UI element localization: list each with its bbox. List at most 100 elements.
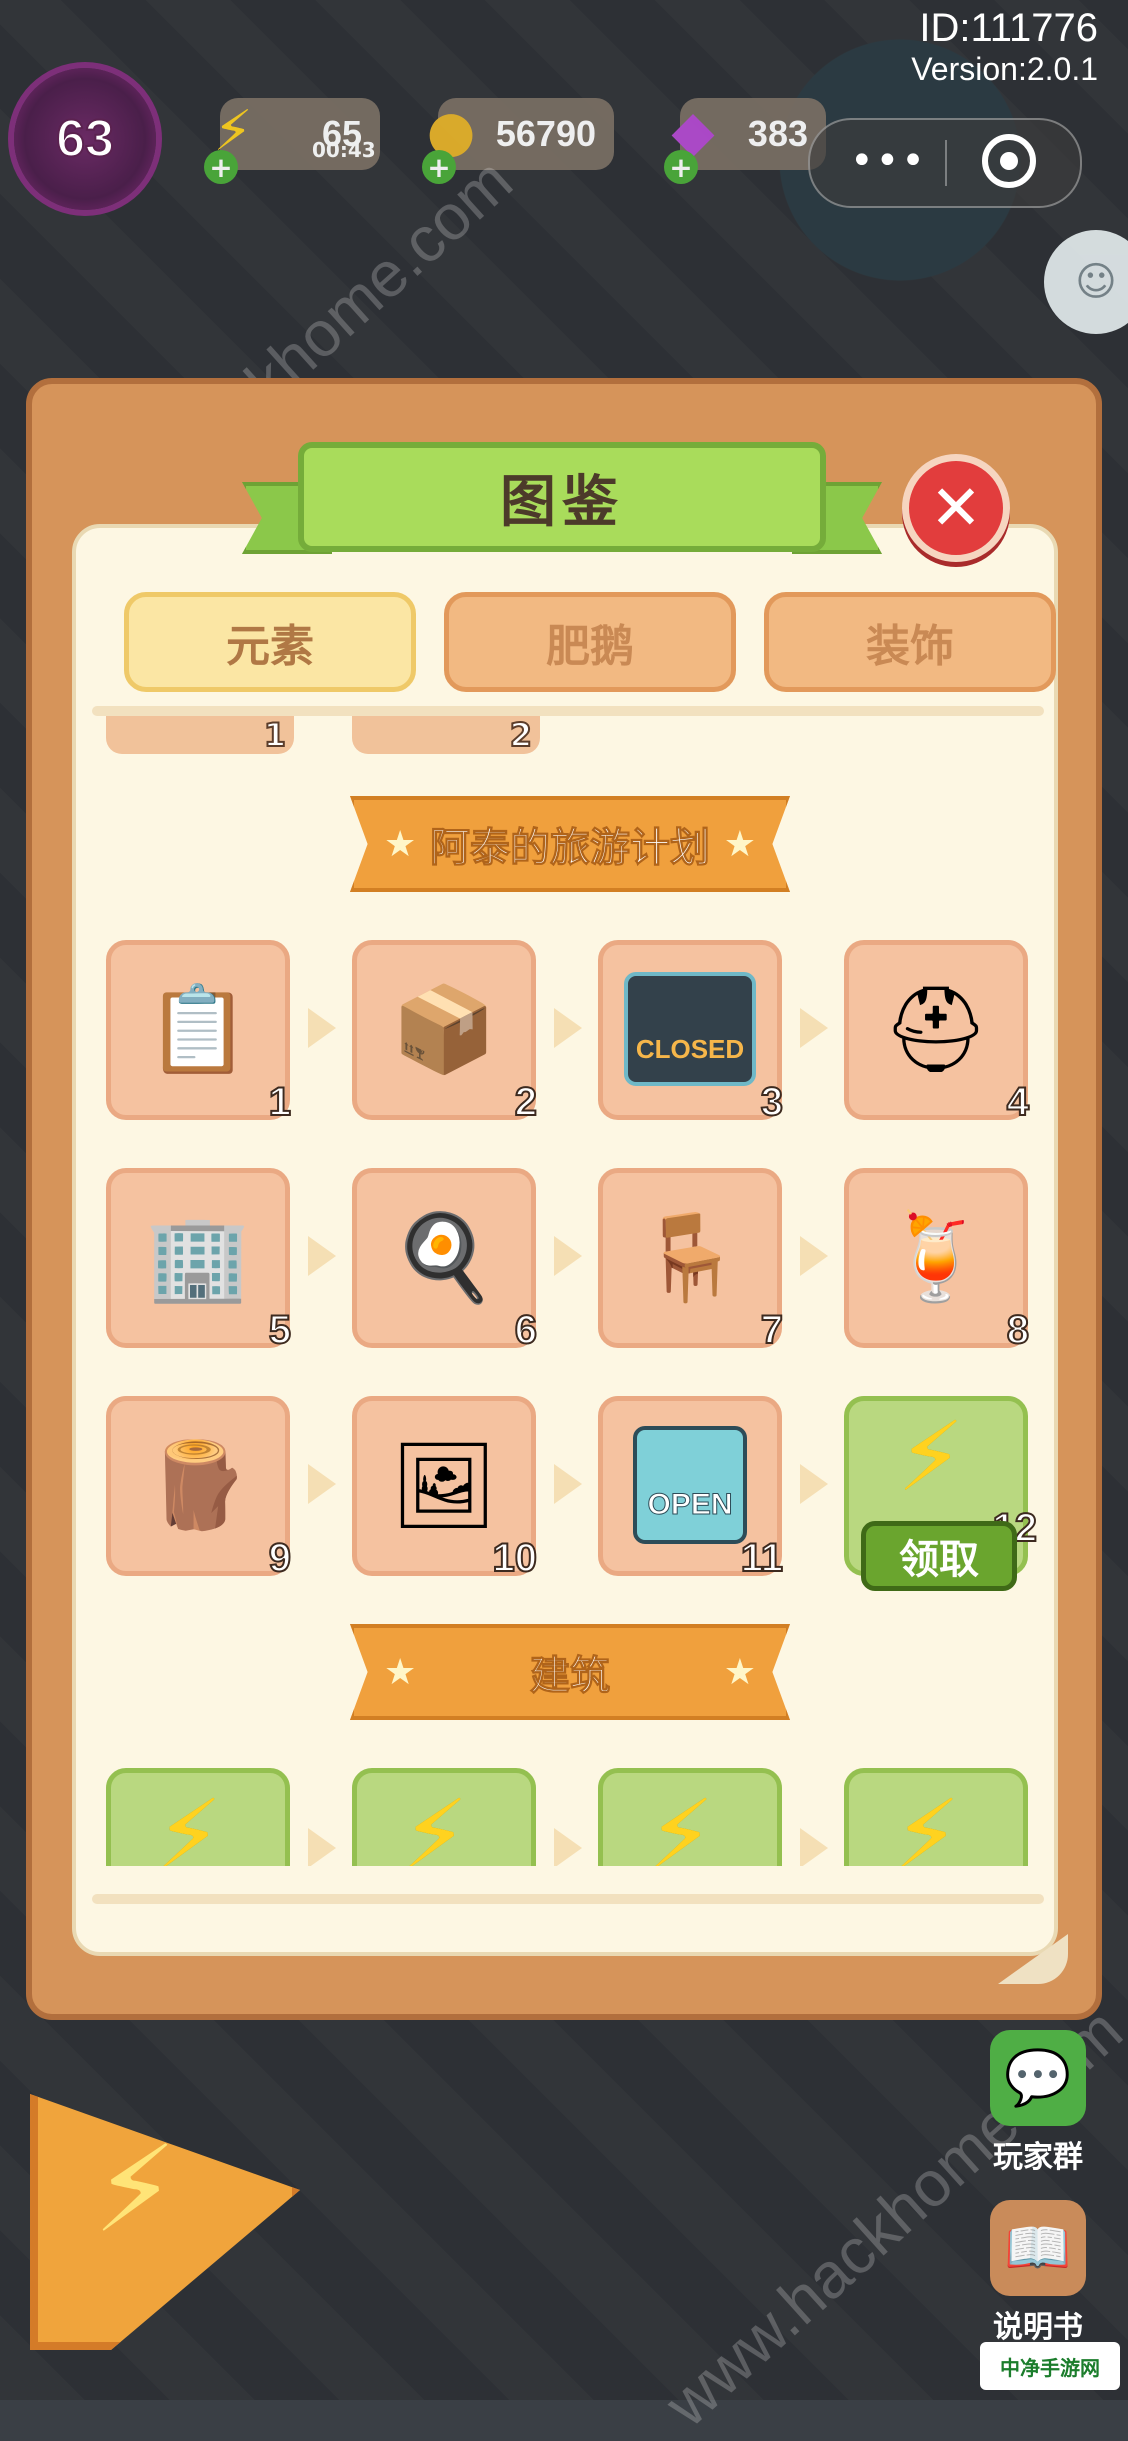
level-number: 63 [55,109,115,169]
tab-divider [92,706,1044,716]
manual-button[interactable]: 📖 说明书 [968,2200,1108,2346]
section-banner-building: 建筑 ★ ★ [350,1624,790,1720]
card-number: 2 [514,1079,538,1125]
star-icon: ★ [723,1652,756,1693]
boxes-icon: 📦 [391,979,497,1078]
building-card-locked[interactable]: ⚡ [352,1768,536,1866]
player-level-badge[interactable]: 63 [14,68,156,210]
account-info: ID:111776 Version:2.0.1 [911,6,1098,88]
collection-card-7[interactable]: 🪑 7 [598,1168,784,1353]
player-group-label: 玩家群 [993,2140,1083,2175]
collection-card-12[interactable]: ⚡ 12 领取 [844,1396,1038,1591]
site-logo: 中净手游网 [980,2342,1120,2390]
building-card-locked[interactable]: ⚡ [106,1768,290,1866]
section-title-travel: 阿泰的旅游计划 [430,825,711,872]
coin-value: 56790 [495,113,596,154]
tab-elements[interactable]: 元素 [124,592,416,692]
card-number: 6 [514,1307,538,1353]
add-gems-button[interactable]: + [664,150,698,184]
building-card-locked[interactable]: ⚡ [844,1768,1028,1866]
card-number: 10 [492,1535,538,1581]
lightning-icon: ⚡ [897,1401,965,1513]
close-miniprogram-icon[interactable] [982,134,1036,188]
chevron-right-icon [800,1008,828,1048]
chevron-right-icon [800,1236,828,1276]
ribbon-body: 图鉴 [298,442,826,552]
collection-card-8[interactable]: 🍹 8 [844,1168,1030,1353]
star-icon: ★ [723,824,756,865]
site-logo-text: 中净手游网 [1000,2355,1100,2380]
card-number: 3 [760,1079,784,1125]
card-number: 11 [740,1535,784,1581]
chevron-right-icon [554,1464,582,1504]
card-number: 9 [268,1535,292,1581]
section-banner-travel: 阿泰的旅游计划 ★ ★ [350,796,790,892]
collection-card-6[interactable]: 🍳 6 [352,1168,538,1353]
paper-bottom-divider [92,1894,1044,1904]
card-number: 4 [1006,1079,1030,1125]
star-icon: ★ [384,1652,417,1693]
lightning-icon: ⚡ [893,1779,961,1866]
open-sign-icon: OPEN [617,1415,763,1555]
open-sign-text: OPEN [647,1488,733,1522]
chevron-right-icon [308,1828,336,1866]
collection-card-11[interactable]: OPEN 11 [598,1396,784,1581]
collection-card-1[interactable]: 📋 1 [106,940,292,1125]
chevron-right-icon [554,1236,582,1276]
chevron-right-icon [800,1828,828,1866]
title-ribbon: 图鉴 [242,442,882,560]
closed-sign-text: CLOSED [635,1034,745,1064]
collection-card-10[interactable]: 🖼 10 [352,1396,538,1581]
player-id: ID:111776 [919,6,1098,50]
gem-counter[interactable]: ◆ 383 + [664,98,826,184]
collection-card-9[interactable]: 🪵 9 [106,1396,292,1581]
group-chat-icon: 💬 [990,2030,1086,2126]
juice-icon: 🍹 [883,1207,989,1306]
chevron-right-icon [554,1828,582,1866]
photos-icon: 🖼 [390,1435,498,1534]
energy-counter[interactable]: ⚡ 65 00:43 + [204,98,380,184]
player-group-button[interactable]: 💬 玩家群 [968,2030,1108,2176]
tab-geese[interactable]: 肥鹅 [444,592,736,692]
previous-row-card: 1 [106,716,294,755]
gem-value: 383 [747,113,808,154]
collection-card-5[interactable]: 🏢 5 [106,1168,292,1353]
version-text: Version:2.0.1 [911,51,1098,87]
closed-sign-icon: CLOSED [617,959,763,1099]
capsule-divider [945,140,947,186]
card-number: 7 [760,1307,784,1353]
card-number: 5 [268,1307,292,1353]
modal-title: 图鉴 [500,469,624,535]
manual-label: 说明书 [993,2310,1083,2345]
pan-icon: 🍳 [391,1207,497,1306]
more-icon[interactable]: ••• [850,138,927,184]
miniprogram-capsule: ••• [808,118,1082,208]
tab-decor[interactable]: 装饰 [764,592,1056,692]
clipboard-icon: 📋 [145,979,251,1078]
chevron-right-icon [308,1008,336,1048]
chevron-right-icon [800,1464,828,1504]
building-card-locked[interactable]: ⚡ [598,1768,782,1866]
claim-button[interactable]: 领取 [861,1521,1017,1591]
previous-card-number: 2 [509,716,533,755]
star-icon: ★ [384,824,417,865]
close-icon: ✕ [930,471,982,544]
lifeguard-chair-icon: 🪑 [637,1207,743,1306]
collection-card-4[interactable]: ⛑ 4 [844,940,1030,1125]
energy-timer: 00:43 [312,138,376,162]
lightning-icon: ⚡ [155,1779,223,1866]
close-button[interactable]: ✕ [902,454,1010,562]
category-tabs: 元素 肥鹅 装饰 [124,592,1056,696]
add-energy-button[interactable]: + [204,150,238,184]
chevron-right-icon [554,1008,582,1048]
helmet-icon: ⛑ [882,979,990,1078]
card-number: 8 [1006,1307,1030,1353]
collection-card-2[interactable]: 📦 2 [352,940,538,1125]
collection-card-3[interactable]: CLOSED 3 [598,940,784,1125]
collection-scroll-area[interactable]: 1 2 阿泰的旅游计划 ★ ★ 📋 1 📦 2 CLOSED 3 ⛑ 4 🏢 5… [72,716,1062,1866]
card-number: 1 [268,1079,292,1125]
lightning-icon: ⚡ [401,1779,469,1866]
section-title-building: 建筑 [530,1653,611,1700]
log-pile-icon: 🪵 [145,1435,251,1534]
chevron-right-icon [308,1236,336,1276]
